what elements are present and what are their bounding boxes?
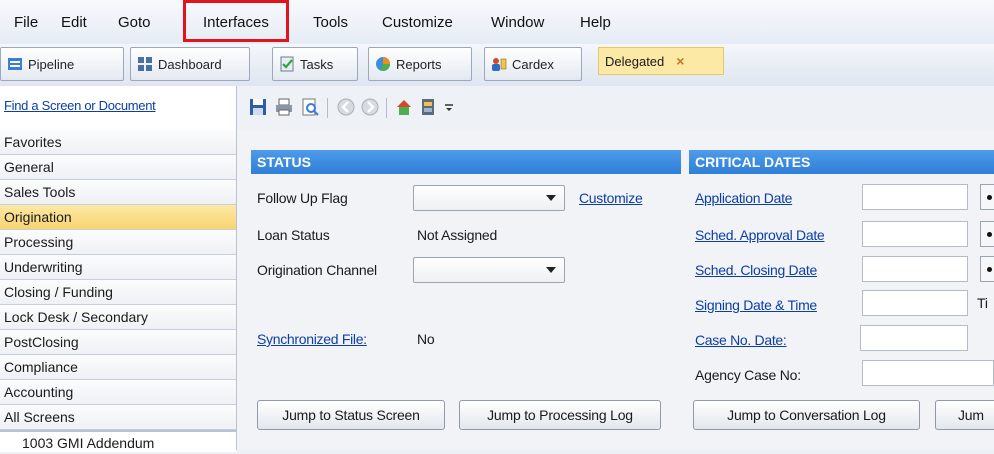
print-icon[interactable] [275, 98, 293, 116]
follow-up-flag-select[interactable] [413, 185, 565, 211]
form-toolbar [237, 86, 994, 130]
sidebar-item-compliance[interactable]: Compliance [0, 355, 236, 380]
dashboard-icon [138, 57, 152, 71]
dashboard-button[interactable]: Dashboard [130, 47, 250, 81]
pipeline-button[interactable]: Pipeline [0, 47, 124, 81]
toolbar: Pipeline Dashboard Tasks Reports Cardex … [0, 44, 994, 87]
cabinet-icon[interactable] [419, 98, 437, 116]
jump-to-processing-log-button[interactable]: Jump to Processing Log [459, 400, 661, 430]
critical-dates-header: CRITICAL DATES [689, 150, 994, 174]
jump-button-truncated[interactable]: Jum [935, 400, 994, 430]
signing-date-input[interactable] [862, 290, 968, 316]
signing-time-label: Ti [977, 295, 988, 311]
calendar-button[interactable] [980, 184, 994, 210]
case-no-date-input[interactable] [860, 325, 968, 351]
loan-status-value: Not Assigned [417, 227, 498, 243]
sidebar-item-lock-desk[interactable]: Lock Desk / Secondary [0, 305, 236, 330]
pipeline-label: Pipeline [28, 56, 75, 72]
menu-goto[interactable]: Goto [118, 14, 151, 31]
jump-to-status-button[interactable]: Jump to Status Screen [257, 400, 445, 430]
jump-to-conversation-log-button[interactable]: Jump to Conversation Log [693, 400, 920, 430]
follow-up-flag-label: Follow Up Flag [257, 190, 348, 206]
origination-channel-label: Origination Channel [257, 262, 377, 278]
overflow-chevron-icon[interactable] [443, 98, 455, 116]
sched-closing-date-input[interactable] [862, 256, 968, 282]
pipeline-icon [8, 58, 22, 70]
cardex-icon [492, 58, 507, 71]
tasks-icon [280, 56, 294, 72]
sched-approval-date-link[interactable]: Sched. Approval Date [695, 227, 825, 243]
home-icon[interactable] [395, 98, 413, 116]
find-screen-link[interactable]: Find a Screen or Document [4, 98, 156, 113]
menu-window[interactable]: Window [491, 14, 544, 31]
sidebar-item-origination[interactable]: Origination [0, 205, 236, 230]
tasks-label: Tasks [300, 56, 334, 72]
chevron-down-icon [546, 267, 556, 273]
sidebar-subitem-1003-gmi[interactable]: 1003 GMI Addendum [0, 430, 236, 452]
chevron-down-icon [546, 195, 556, 201]
agency-case-no-label: Agency Case No: [695, 367, 801, 383]
reports-icon [376, 57, 390, 71]
toolbar-divider [386, 98, 387, 118]
agency-case-no-input[interactable] [862, 360, 994, 386]
calendar-button[interactable] [980, 221, 994, 247]
menu-customize[interactable]: Customize [382, 14, 453, 31]
case-no-date-link[interactable]: Case No. Date: [695, 332, 787, 348]
loan-status-label: Loan Status [257, 227, 330, 243]
sidebar-item-favorites[interactable]: Favorites [0, 130, 236, 155]
tab-delegated[interactable]: Delegated × [598, 47, 724, 75]
menu-file[interactable]: File [14, 14, 38, 31]
sidebar-item-postclosing[interactable]: PostClosing [0, 330, 236, 355]
save-icon[interactable] [249, 98, 267, 116]
sidebar-item-processing[interactable]: Processing [0, 230, 236, 255]
menu-bar: File Edit Goto Interfaces Tools Customiz… [0, 0, 994, 44]
main-form: STATUS Follow Up Flag Customize Loan Sta… [237, 130, 994, 450]
sidebar-list: Favorites General Sales Tools Originatio… [0, 130, 236, 430]
application-date-input[interactable] [862, 184, 968, 210]
sidebar-item-general[interactable]: General [0, 155, 236, 180]
sched-approval-date-input[interactable] [862, 221, 968, 247]
customize-link[interactable]: Customize [579, 190, 643, 206]
highlight-box [183, 0, 289, 42]
preview-icon[interactable] [301, 98, 319, 116]
sidebar: Find a Screen or Document Favorites Gene… [0, 86, 237, 452]
sched-closing-date-link[interactable]: Sched. Closing Date [695, 262, 817, 278]
reports-label: Reports [396, 56, 442, 72]
calendar-button[interactable] [980, 256, 994, 282]
menu-edit[interactable]: Edit [61, 14, 87, 31]
menu-help[interactable]: Help [580, 14, 611, 31]
synchronized-file-link[interactable]: Synchronized File: [257, 331, 367, 347]
tab-delegated-label: Delegated [605, 53, 665, 69]
forward-icon[interactable] [361, 98, 379, 116]
application-date-link[interactable]: Application Date [695, 190, 792, 206]
status-header: STATUS [251, 150, 681, 174]
sidebar-item-sales-tools[interactable]: Sales Tools [0, 180, 236, 205]
sidebar-item-accounting[interactable]: Accounting [0, 380, 236, 405]
sidebar-item-closing-funding[interactable]: Closing / Funding [0, 280, 236, 305]
synchronized-file-value: No [417, 331, 435, 347]
tasks-button[interactable]: Tasks [272, 47, 358, 81]
menu-tools[interactable]: Tools [313, 14, 348, 31]
back-icon[interactable] [337, 98, 355, 116]
cardex-button[interactable]: Cardex [484, 47, 582, 81]
toolbar-divider [327, 98, 328, 118]
origination-channel-select[interactable] [413, 257, 565, 283]
dashboard-label: Dashboard [158, 56, 222, 72]
sidebar-item-all-screens[interactable]: All Screens [0, 405, 236, 430]
reports-button[interactable]: Reports [368, 47, 472, 81]
cardex-label: Cardex [512, 56, 554, 72]
close-icon[interactable]: × [676, 53, 684, 69]
sidebar-item-underwriting[interactable]: Underwriting [0, 255, 236, 280]
signing-date-time-link[interactable]: Signing Date & Time [695, 297, 817, 313]
